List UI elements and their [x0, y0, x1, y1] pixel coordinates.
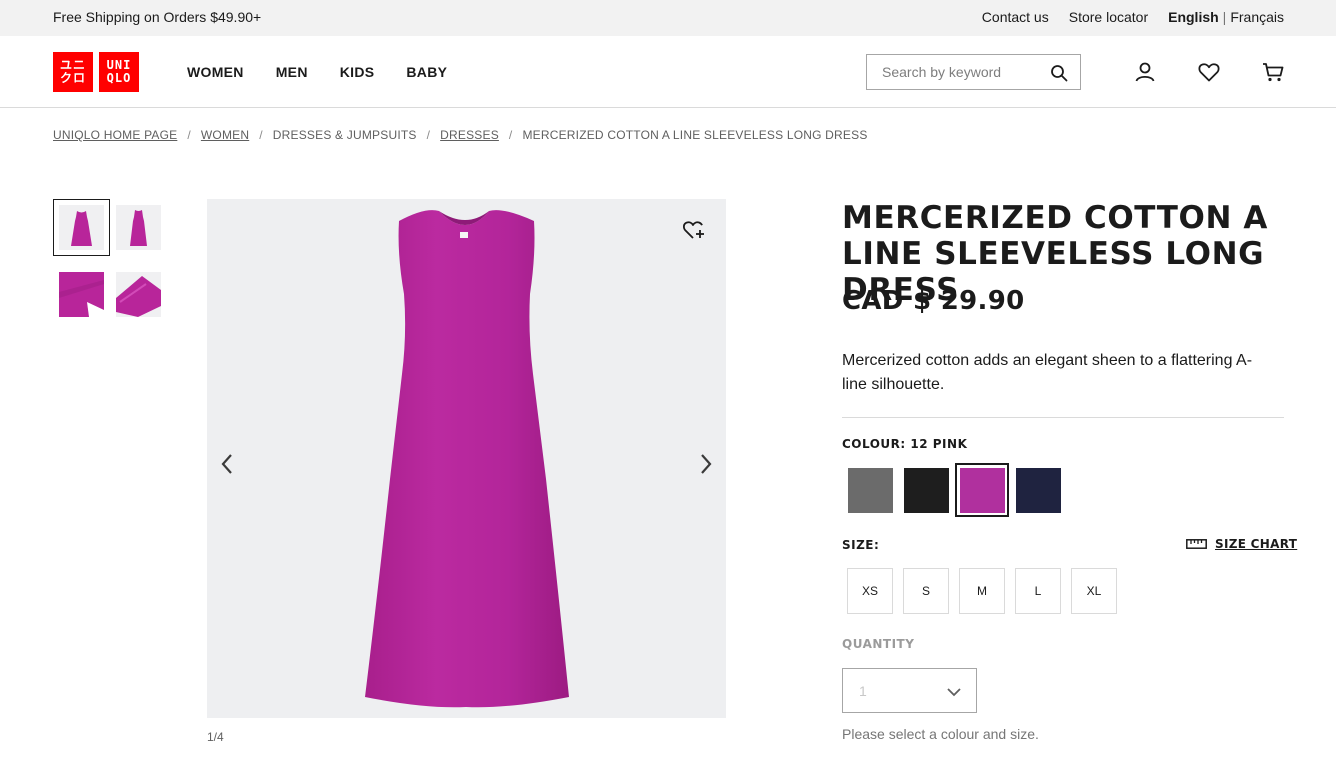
logo-katakana-block: ユニ クロ [53, 52, 93, 92]
language-separator: | [1222, 9, 1227, 25]
breadcrumb-separator: / [187, 128, 191, 142]
swatch-fill [959, 467, 1005, 513]
breadcrumb-women[interactable]: WOMEN [201, 128, 249, 142]
nav-kids[interactable]: KIDS [340, 64, 375, 80]
size-xl-button[interactable]: XL [1071, 568, 1117, 614]
size-chart-link[interactable]: SIZE CHART [1186, 537, 1297, 551]
swatch-fill [1015, 467, 1061, 513]
chevron-down-icon [947, 688, 961, 697]
breadcrumb-separator: / [426, 128, 431, 142]
ruler-icon [1186, 539, 1207, 549]
dress-image [365, 210, 569, 708]
breadcrumb: UNIQLO HOME PAGE / WOMEN / DRESSES & JUM… [53, 128, 868, 142]
cart-icon[interactable] [1261, 60, 1285, 84]
chevron-right-icon [701, 454, 712, 474]
colour-swatch-pink[interactable] [955, 463, 1009, 517]
logo-katakana-bottom: クロ [59, 71, 86, 85]
image-counter: 1/4 [207, 730, 224, 744]
size-l-button[interactable]: L [1015, 568, 1061, 614]
search-icon[interactable] [1050, 64, 1068, 82]
size-xs-button[interactable]: XS [847, 568, 893, 614]
size-label: SIZE: [842, 538, 880, 552]
uniqlo-logo[interactable]: ユニ クロ UNI QLO [53, 52, 139, 92]
search-box [866, 54, 1081, 90]
breadcrumb-current: MERCERIZED COTTON A LINE SLEEVELESS LONG… [522, 128, 868, 142]
colour-label: COLOUR: 12 PINK [842, 437, 968, 451]
logo-latin-bottom: QLO [106, 71, 132, 85]
main-product-image [207, 199, 726, 718]
divider [842, 417, 1284, 418]
breadcrumb-separator: / [259, 128, 263, 142]
selection-note: Please select a colour and size. [842, 726, 1039, 742]
chevron-left-icon [221, 454, 232, 474]
thumbnail-image [59, 205, 104, 250]
breadcrumb-separator: / [508, 128, 513, 142]
thumbnail-1[interactable] [53, 199, 110, 256]
store-locator-link[interactable]: Store locator [1069, 9, 1148, 25]
main-nav: WOMEN MEN KIDS BABY [187, 64, 479, 80]
size-s-button[interactable]: S [903, 568, 949, 614]
size-m-button[interactable]: M [959, 568, 1005, 614]
breadcrumb-home[interactable]: UNIQLO HOME PAGE [53, 128, 177, 142]
thumbnail-2[interactable] [110, 199, 167, 256]
thumbnail-image [59, 272, 104, 317]
swatch-fill [903, 467, 949, 513]
logo-latin-block: UNI QLO [99, 52, 139, 92]
thumbnail-3[interactable] [53, 266, 110, 323]
previous-image-button[interactable] [208, 447, 246, 481]
quantity-select[interactable]: 1 [842, 668, 977, 713]
nav-baby[interactable]: BABY [406, 64, 447, 80]
logo-latin-top: UNI [106, 58, 132, 72]
next-image-button[interactable] [687, 447, 725, 481]
add-to-wishlist-icon[interactable] [681, 217, 707, 243]
utility-bar: Free Shipping on Orders $49.90+ Contact … [0, 0, 1336, 36]
thumbnail-4[interactable] [110, 266, 167, 323]
utility-links: Contact us Store locator English | Franç… [962, 9, 1284, 25]
nav-men[interactable]: MEN [276, 64, 308, 80]
language-english[interactable]: English [1168, 9, 1219, 25]
breadcrumb-dresses[interactable]: DRESSES [440, 128, 499, 142]
search-input[interactable] [882, 64, 1042, 80]
quantity-value: 1 [859, 683, 867, 699]
thumbnail-image [116, 205, 161, 250]
thumbnail-image [116, 272, 161, 317]
colour-swatch-gray[interactable] [843, 463, 897, 517]
colour-swatch-navy[interactable] [1011, 463, 1065, 517]
product-description: Mercerized cotton adds an elegant sheen … [842, 352, 1253, 393]
nav-women[interactable]: WOMEN [187, 64, 244, 80]
free-shipping-promo: Free Shipping on Orders $49.90+ [53, 9, 262, 25]
product-price: CAD $ 29.90 [842, 286, 1025, 316]
colour-swatch-black[interactable] [899, 463, 953, 517]
wishlist-heart-icon[interactable] [1197, 60, 1221, 84]
site-header: ユニ クロ UNI QLO WOMEN MEN KIDS BABY [0, 36, 1336, 108]
logo-katakana-top: ユニ [59, 58, 86, 72]
contact-us-link[interactable]: Contact us [982, 9, 1049, 25]
language-french[interactable]: Français [1230, 9, 1284, 25]
size-chart-label: SIZE CHART [1215, 537, 1298, 551]
swatch-fill [847, 467, 893, 513]
breadcrumb-dresses-jumpsuits: DRESSES & JUMPSUITS [272, 128, 417, 142]
quantity-label: QUANTITY [842, 637, 915, 651]
account-icon[interactable] [1133, 60, 1157, 84]
